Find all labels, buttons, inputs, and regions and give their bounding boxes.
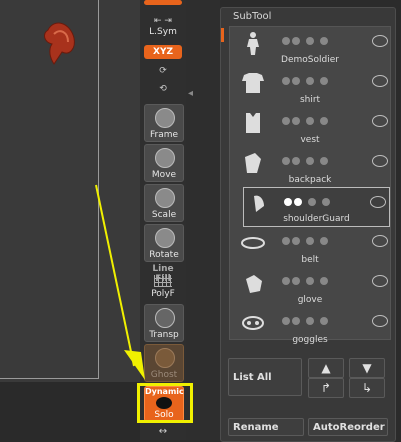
subtool-item-goggles[interactable]: goggles bbox=[230, 307, 390, 347]
arrow-bent-up-icon: ↱ bbox=[320, 381, 332, 395]
lsym-button[interactable]: ⇤ ⇥ L.Sym bbox=[144, 16, 182, 38]
visibility-controls bbox=[280, 115, 390, 127]
subtool-item-demosoldier[interactable]: DemoSoldier bbox=[230, 27, 390, 67]
rotate-small-icon[interactable]: ⟳ bbox=[144, 66, 182, 80]
bottom-bar bbox=[0, 382, 140, 440]
move-down-button[interactable]: ▼ bbox=[349, 358, 385, 378]
subtool-item-vest[interactable]: vest bbox=[230, 107, 390, 147]
eye-icon[interactable] bbox=[372, 315, 388, 327]
magnifier-icon bbox=[155, 188, 175, 208]
frame-icon bbox=[155, 108, 175, 128]
scale-button[interactable]: Scale bbox=[144, 184, 184, 222]
model-preview bbox=[44, 22, 75, 65]
top-orange-button[interactable] bbox=[144, 0, 182, 5]
panel-gutter: ◂ bbox=[186, 0, 220, 440]
ghost-icon bbox=[155, 348, 175, 368]
subtool-item-belt[interactable]: belt bbox=[230, 227, 390, 267]
grid-icon bbox=[154, 275, 172, 287]
canvas-gutter bbox=[100, 0, 140, 382]
subtool-list: DemoSoldier shirt vest backpack shoulder… bbox=[229, 26, 391, 345]
transp-button[interactable]: Transp bbox=[144, 304, 184, 342]
annotation-highlight-box bbox=[137, 383, 193, 423]
backpack-icon bbox=[245, 153, 261, 173]
right-shelf-toolbar: ⇤ ⇥ L.Sym XYZ ⟳ ⟲ Frame Move Scale Rotat… bbox=[140, 0, 186, 440]
hand-icon bbox=[155, 148, 175, 168]
visibility-controls bbox=[280, 155, 390, 167]
eye-icon[interactable] bbox=[372, 275, 388, 287]
expand-arrows-icon[interactable]: ↔ bbox=[144, 426, 182, 440]
shoulderguard-icon bbox=[254, 195, 264, 212]
transparency-icon bbox=[155, 308, 175, 328]
arrow-up-icon: ▲ bbox=[321, 361, 331, 375]
move-button[interactable]: Move bbox=[144, 144, 184, 182]
list-all-button[interactable]: List All bbox=[228, 358, 302, 396]
figure-thumbnail-icon bbox=[247, 32, 259, 55]
rotate-z-icon[interactable]: ⟲ bbox=[144, 84, 182, 98]
active-indicator bbox=[221, 28, 224, 42]
subtool-item-shirt[interactable]: shirt bbox=[230, 67, 390, 107]
frame-button[interactable]: Frame bbox=[144, 104, 184, 142]
visibility-controls bbox=[282, 196, 392, 208]
rotate-icon bbox=[155, 228, 175, 248]
visibility-controls bbox=[280, 275, 390, 287]
eye-icon[interactable] bbox=[372, 75, 388, 87]
arrow-bent-down-icon: ↳ bbox=[361, 381, 373, 395]
visibility-controls bbox=[280, 35, 390, 47]
move-up-bent-button[interactable]: ↱ bbox=[308, 378, 344, 398]
move-down-bent-button[interactable]: ↳ bbox=[349, 378, 385, 398]
ghost-button[interactable]: Ghost bbox=[144, 344, 184, 382]
goggles-icon bbox=[242, 316, 264, 330]
eye-icon[interactable] bbox=[372, 155, 388, 167]
glove-icon bbox=[246, 275, 262, 293]
visibility-controls bbox=[280, 75, 390, 87]
xyz-symmetry-button[interactable]: XYZ bbox=[144, 45, 182, 59]
shirt-icon bbox=[242, 73, 264, 93]
eye-icon[interactable] bbox=[372, 35, 388, 47]
subtool-item-glove[interactable]: glove bbox=[230, 267, 390, 307]
eye-icon[interactable] bbox=[372, 115, 388, 127]
arrow-down-icon: ▼ bbox=[362, 361, 372, 375]
collapse-arrow-icon[interactable]: ◂ bbox=[188, 88, 193, 99]
autoreorder-button[interactable]: AutoReorder bbox=[308, 418, 388, 436]
rotate-button[interactable]: Rotate bbox=[144, 224, 184, 262]
subtool-item-shoulderguard[interactable]: shoulderGuard bbox=[243, 187, 390, 227]
belt-icon bbox=[241, 237, 265, 249]
subtool-panel: SubTool DemoSoldier shirt vest backpack … bbox=[220, 7, 396, 442]
arrows-horizontal-icon: ⇤ ⇥ bbox=[154, 16, 172, 26]
viewport-canvas[interactable] bbox=[0, 0, 101, 382]
subtool-title: SubTool bbox=[233, 11, 272, 22]
eye-icon[interactable] bbox=[370, 196, 386, 208]
move-up-button[interactable]: ▲ bbox=[308, 358, 344, 378]
subtool-item-backpack[interactable]: backpack bbox=[230, 147, 390, 187]
visibility-controls bbox=[280, 315, 390, 327]
eye-icon[interactable] bbox=[372, 235, 388, 247]
visibility-controls bbox=[280, 235, 390, 247]
rename-button[interactable]: Rename bbox=[228, 418, 304, 436]
vest-icon bbox=[246, 113, 260, 133]
polyf-button[interactable]: Line Fill PolyF bbox=[144, 264, 182, 300]
